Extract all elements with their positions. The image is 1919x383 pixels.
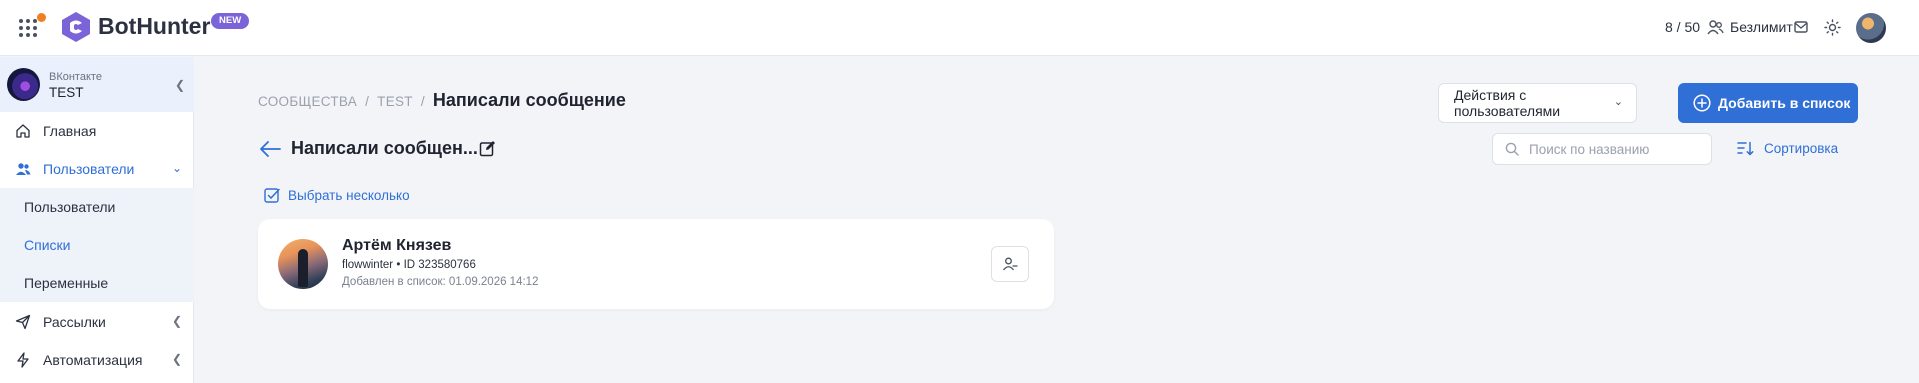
chevron-down-icon: ⌄ <box>1613 96 1623 108</box>
search-box[interactable] <box>1492 133 1712 165</box>
top-bar: BotHunter NEW 8 / 50 Безлимит <box>0 0 1919 56</box>
sidebar-item-label: Главная <box>43 123 97 139</box>
sidebar-item-label: Рассылки <box>43 314 106 330</box>
user-actions-label: Действия с пользователями <box>1454 87 1561 119</box>
sidebar-subitem-variables[interactable]: Переменные <box>0 264 194 302</box>
sun-icon[interactable] <box>1824 19 1841 36</box>
sort-icon <box>1737 141 1754 156</box>
bolt-icon <box>17 352 29 368</box>
select-many-button[interactable]: Выбрать несколько <box>264 187 410 203</box>
mail-icon <box>1794 21 1808 33</box>
logo-icon[interactable] <box>61 11 91 43</box>
added-date: Добавлен в список: 01.09.2026 14:12 <box>342 276 539 288</box>
user-meta: flowwinter • ID 323580766 <box>342 259 476 271</box>
sidebar-item-mailings[interactable]: Рассылки ❮ <box>0 303 194 341</box>
user-username: flowwinter <box>342 259 394 271</box>
user-counter: 8 / 50 <box>1665 19 1701 35</box>
page-title: Написали сообщение <box>432 90 626 110</box>
edit-icon[interactable] <box>479 140 496 157</box>
group-switcher[interactable]: ВКонтакте TEST ❮ <box>0 57 194 112</box>
user-name[interactable]: Артём Князев <box>342 237 451 255</box>
breadcrumb-separator: / <box>420 94 425 109</box>
chevron-down-icon: ⌄ <box>171 161 182 175</box>
group-name: TEST <box>49 85 84 100</box>
breadcrumb-item-communities[interactable]: СООБЩЕСТВА <box>258 94 357 109</box>
sort-label: Сортировка <box>1764 141 1839 156</box>
add-to-list-button[interactable]: Добавить в список <box>1678 83 1858 123</box>
sidebar-subitem-lists[interactable]: Списки <box>0 226 194 264</box>
user-avatar[interactable] <box>1856 13 1886 43</box>
users-icon <box>16 163 31 175</box>
meta-separator: • <box>396 259 401 271</box>
user-minus-icon <box>1002 257 1018 271</box>
plan-label[interactable]: Безлимит <box>1730 19 1793 35</box>
chevron-left-icon: ❮ <box>171 314 182 328</box>
select-many-label: Выбрать несколько <box>288 187 410 203</box>
chevron-left-icon[interactable]: ❮ <box>175 78 185 92</box>
chevron-left-icon: ❮ <box>171 352 182 366</box>
sidebar-item-users[interactable]: Пользователи ⌄ <box>0 150 194 188</box>
sidebar: ВКонтакте TEST ❮ Главная Пользователи ⌄ … <box>0 57 194 383</box>
back-arrow-icon[interactable] <box>258 139 282 159</box>
list-title: Написали сообщен... <box>291 138 478 158</box>
add-to-list-label: Добавить в список <box>1718 95 1851 111</box>
sidebar-item-label: Автоматизация <box>43 352 143 368</box>
user-id: ID 323580766 <box>403 259 476 271</box>
group-network: ВКонтакте <box>49 71 102 83</box>
list-item[interactable]: Артём Князев flowwinter • ID 323580766 Д… <box>258 219 1054 309</box>
apps-grid-icon[interactable] <box>19 19 37 37</box>
sidebar-item-label: Пользователи <box>43 161 135 177</box>
sidebar-item-automation[interactable]: Автоматизация ❮ <box>0 341 194 379</box>
brand-name[interactable]: BotHunter <box>98 13 210 40</box>
sort-button[interactable]: Сортировка <box>1737 141 1838 156</box>
group-avatar <box>7 68 40 101</box>
sidebar-item-home[interactable]: Главная <box>0 112 194 150</box>
search-input[interactable] <box>1529 141 1699 157</box>
breadcrumb-separator: / <box>365 94 370 109</box>
remove-from-list-button[interactable] <box>991 246 1029 282</box>
search-icon <box>1505 142 1519 156</box>
user-actions-dropdown[interactable]: Действия с пользователями ⌄ <box>1438 83 1637 123</box>
plus-circle-icon <box>1693 94 1711 112</box>
avatar <box>278 239 328 289</box>
checkbox-icon <box>264 188 280 203</box>
sidebar-subitem-users[interactable]: Пользователи <box>0 188 194 226</box>
users-icon <box>1707 20 1724 35</box>
breadcrumb-item-test[interactable]: TEST <box>377 94 413 109</box>
send-icon <box>15 314 31 330</box>
new-badge: NEW <box>211 13 250 29</box>
breadcrumb: СООБЩЕСТВА / TEST / Написали сообщение <box>258 90 626 111</box>
notification-dot <box>37 13 46 22</box>
home-icon <box>16 124 30 138</box>
